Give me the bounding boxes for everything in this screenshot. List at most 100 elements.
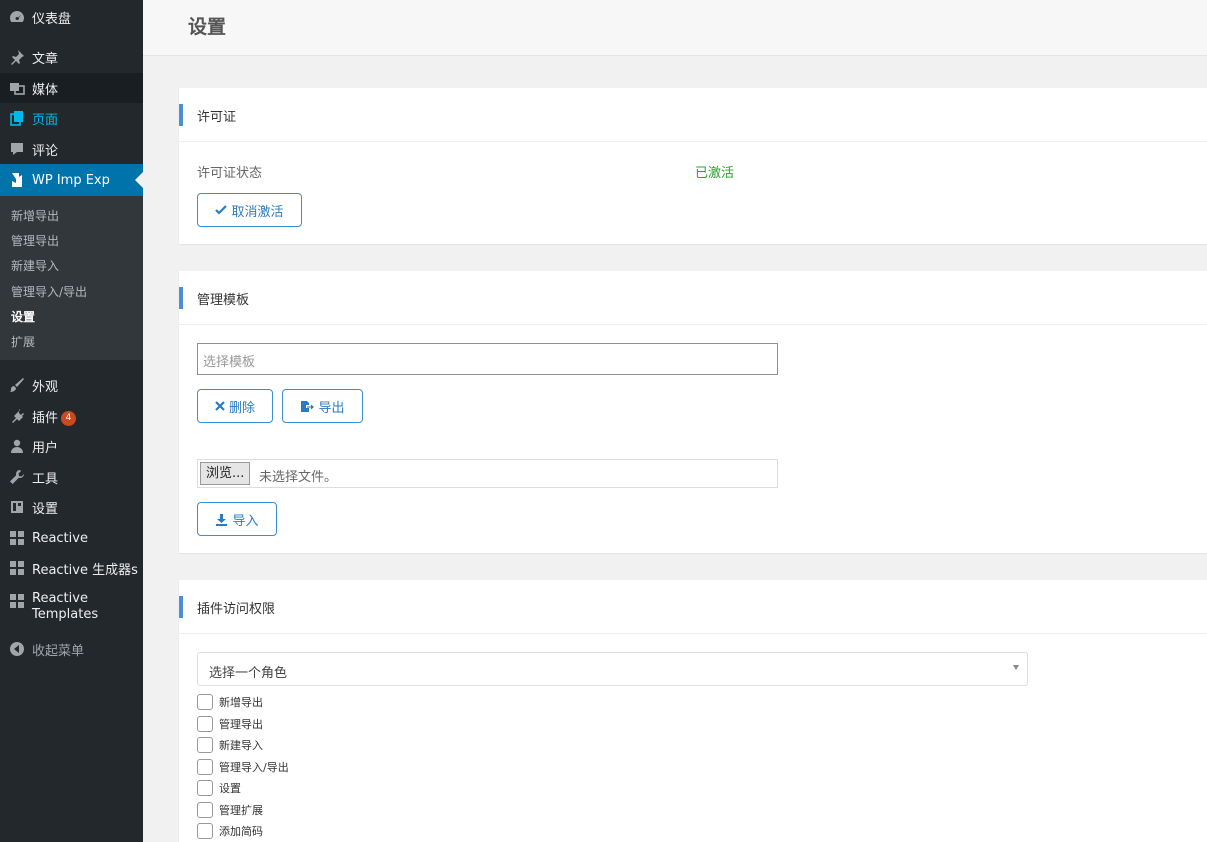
menu-label: 设置 bbox=[32, 501, 59, 517]
menu-label: Reactive Templates bbox=[32, 591, 99, 622]
wrench-icon bbox=[8, 468, 26, 486]
menu-label: 文章 bbox=[32, 51, 59, 67]
update-count-badge: 4 bbox=[61, 410, 77, 426]
menu-label: 用户 bbox=[32, 440, 59, 456]
menu-wp-imp-exp[interactable]: WP Imp Exp bbox=[0, 164, 143, 196]
page-header: 设置 bbox=[143, 0, 1207, 56]
license-status-value: 已激活 bbox=[695, 166, 735, 181]
permission-checkbox[interactable] bbox=[197, 716, 213, 732]
file-upload-field[interactable]: 浏览... 未选择文件。 bbox=[197, 459, 778, 488]
menu-label: Reactive 生成器s bbox=[32, 562, 138, 578]
manage-templates-panel: 管理模板 选择模板 删除 导出 浏览... 未选择文件。 导入 bbox=[179, 271, 1207, 553]
panel-title: 插件访问权限 bbox=[197, 602, 276, 617]
permission-checkbox[interactable] bbox=[197, 802, 213, 818]
permission-label: 添加简码 bbox=[219, 825, 263, 838]
menu-appearance[interactable]: 外观 bbox=[0, 370, 143, 400]
user-icon bbox=[8, 437, 26, 455]
submenu-wp-imp-exp: 新增导出 管理导出 新建导入 管理导入/导出 设置 扩展 bbox=[0, 196, 143, 360]
admin-sidebar: 仪表盘 文章 媒体 页面 评论 WP Imp Exp 新增导出 管理导出 新建导… bbox=[0, 0, 143, 842]
check-icon bbox=[215, 204, 228, 216]
menu-reactive-generators[interactable]: Reactive 生成器s bbox=[0, 553, 143, 583]
delete-template-button[interactable]: 删除 bbox=[197, 389, 273, 423]
role-select[interactable]: 选择一个角色 bbox=[197, 652, 1028, 686]
permission-label: 管理导出 bbox=[219, 718, 263, 731]
comment-icon bbox=[8, 140, 26, 158]
grid-icon bbox=[8, 529, 26, 547]
submenu-manage-export[interactable]: 管理导出 bbox=[11, 232, 59, 249]
menu-label: 外观 bbox=[32, 379, 59, 395]
menu-media[interactable]: 媒体 bbox=[0, 73, 143, 103]
import-template-button[interactable]: 导入 bbox=[197, 502, 277, 536]
menu-dashboard[interactable]: 仪表盘 bbox=[0, 2, 143, 32]
menu-label: WP Imp Exp bbox=[32, 172, 110, 188]
brush-icon bbox=[8, 376, 26, 394]
submenu-extensions[interactable]: 扩展 bbox=[11, 333, 35, 350]
plugin-access-panel: 插件访问权限 选择一个角色 bbox=[179, 580, 1207, 842]
pages-icon bbox=[8, 109, 26, 127]
panel-header: 许可证 bbox=[179, 88, 1207, 142]
permission-row: 管理导出 bbox=[197, 716, 263, 732]
license-status-label: 许可证状态 bbox=[197, 166, 263, 181]
permission-checkbox[interactable] bbox=[197, 759, 213, 775]
pin-icon bbox=[8, 48, 26, 66]
permission-checkbox[interactable] bbox=[197, 737, 213, 753]
permission-label: 新增导出 bbox=[219, 696, 263, 709]
close-icon bbox=[215, 401, 225, 411]
dropdown-arrow-icon bbox=[1013, 665, 1019, 670]
menu-collapse[interactable]: 收起菜单 bbox=[0, 634, 143, 664]
permission-row: 新增导出 bbox=[197, 694, 263, 710]
submenu-new-export[interactable]: 新增导出 bbox=[11, 207, 59, 224]
panel-title: 许可证 bbox=[197, 110, 237, 125]
collapse-icon bbox=[8, 640, 26, 658]
menu-comments[interactable]: 评论 bbox=[0, 134, 143, 164]
menu-pages[interactable]: 页面 bbox=[0, 103, 143, 133]
role-select-value: 选择一个角色 bbox=[209, 666, 288, 681]
menu-label: 页面 bbox=[32, 112, 59, 128]
export-template-button[interactable]: 导出 bbox=[282, 389, 363, 423]
submenu-manage-import-export[interactable]: 管理导入/导出 bbox=[11, 283, 87, 300]
menu-plugins[interactable]: 插件 4 bbox=[0, 401, 143, 431]
download-icon bbox=[215, 513, 228, 526]
permission-row: 管理导入/导出 bbox=[197, 759, 289, 775]
permission-label: 管理导入/导出 bbox=[219, 761, 289, 774]
import-export-icon bbox=[8, 171, 26, 189]
menu-label: 媒体 bbox=[32, 82, 59, 98]
file-export-icon bbox=[300, 400, 315, 413]
template-select-input[interactable]: 选择模板 bbox=[197, 343, 778, 375]
permission-row: 设置 bbox=[197, 780, 241, 796]
permission-label: 管理扩展 bbox=[219, 804, 263, 817]
menu-reactive-templates[interactable]: Reactive Templates bbox=[0, 590, 143, 630]
media-icon bbox=[8, 79, 26, 97]
permission-checkbox[interactable] bbox=[197, 823, 213, 839]
deactivate-button[interactable]: 取消激活 bbox=[197, 193, 302, 227]
permission-checkbox[interactable] bbox=[197, 780, 213, 796]
browse-button[interactable]: 浏览... bbox=[200, 462, 251, 485]
permission-checkbox[interactable] bbox=[197, 694, 213, 710]
page-title: 设置 bbox=[188, 16, 227, 38]
menu-reactive[interactable]: Reactive bbox=[0, 523, 143, 553]
grid-icon bbox=[8, 559, 26, 577]
permission-row: 管理扩展 bbox=[197, 802, 263, 818]
plugin-icon bbox=[8, 407, 26, 425]
menu-label: 评论 bbox=[32, 143, 59, 159]
permission-row: 添加简码 bbox=[197, 823, 263, 839]
menu-tools[interactable]: 工具 bbox=[0, 462, 143, 492]
menu-posts[interactable]: 文章 bbox=[0, 42, 143, 72]
menu-users[interactable]: 用户 bbox=[0, 431, 143, 461]
permission-row: 新建导入 bbox=[197, 737, 263, 753]
dashboard-icon bbox=[8, 8, 26, 26]
menu-label: 仪表盘 bbox=[32, 11, 72, 27]
submenu-new-import[interactable]: 新建导入 bbox=[11, 257, 59, 274]
file-name-text: 未选择文件。 bbox=[259, 470, 338, 485]
permission-label: 设置 bbox=[219, 782, 241, 795]
license-panel: 许可证 许可证状态 已激活 取消激活 bbox=[179, 88, 1207, 244]
panel-header: 管理模板 bbox=[179, 271, 1207, 325]
panel-header: 插件访问权限 bbox=[179, 580, 1207, 634]
menu-label: 插件 4 bbox=[32, 407, 77, 426]
settings-icon bbox=[8, 498, 26, 516]
submenu-settings[interactable]: 设置 bbox=[11, 308, 35, 325]
permission-label: 新建导入 bbox=[219, 739, 263, 752]
menu-settings[interactable]: 设置 bbox=[0, 492, 143, 522]
panel-title: 管理模板 bbox=[197, 293, 250, 308]
grid-icon bbox=[8, 592, 26, 610]
